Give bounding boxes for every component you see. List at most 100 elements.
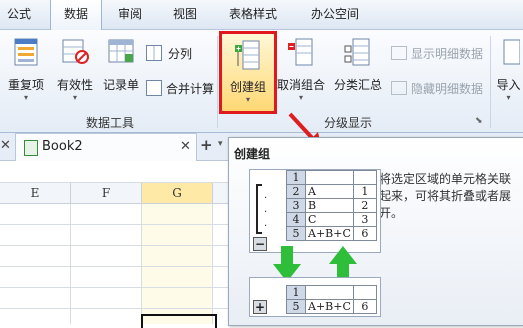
cell-b: 6 bbox=[352, 226, 377, 241]
tooltip-description: 将选定区域的单元格关联起来，可将其折叠或者展开。 bbox=[379, 172, 512, 220]
cell-b: 3 bbox=[352, 212, 377, 227]
import-label: 导入 bbox=[496, 78, 521, 92]
chevron-down-icon: ▾ bbox=[72, 93, 77, 102]
tab-view[interactable]: 视图 bbox=[163, 0, 207, 29]
document-name: Book2 bbox=[42, 139, 83, 154]
cell-b: 2 bbox=[352, 198, 377, 213]
cell-a: A+B+C bbox=[305, 226, 354, 241]
dedupe-icon bbox=[14, 38, 38, 66]
subtotal-icon bbox=[344, 38, 370, 66]
active-cell-border bbox=[141, 314, 217, 328]
cell-a bbox=[305, 285, 354, 300]
cell-a: A bbox=[305, 184, 354, 199]
cell-b bbox=[352, 285, 377, 300]
cell-b bbox=[352, 170, 377, 185]
grid-line bbox=[0, 245, 230, 246]
grid-line bbox=[212, 204, 213, 324]
table-row: 3B2 bbox=[286, 198, 377, 213]
grid-line bbox=[70, 204, 71, 324]
grid-line bbox=[0, 224, 230, 225]
table-row: 5 A+B+C 6 bbox=[286, 226, 377, 241]
collapse-button: − bbox=[253, 237, 267, 251]
data-tools-group-label: 数据工具 bbox=[86, 116, 135, 130]
ungroup-button[interactable]: 取消组合 ▾ bbox=[276, 34, 326, 110]
close-tab-icon[interactable]: ✕ bbox=[180, 139, 191, 154]
hide-detail-label: 隐藏明细数据 bbox=[411, 82, 484, 96]
add-tab-button[interactable]: + bbox=[200, 136, 213, 154]
validity-label: 有效性 bbox=[56, 78, 93, 92]
ungroup-label: 取消组合 bbox=[276, 78, 325, 92]
table-row: 4C3 bbox=[286, 212, 377, 227]
create-group-label: 创建组 bbox=[229, 80, 266, 94]
hide-detail-button[interactable]: 隐藏明细数据 bbox=[391, 80, 483, 97]
row-number: 4 bbox=[286, 212, 306, 227]
cell-a bbox=[305, 170, 354, 185]
tab-data[interactable]: 数据 bbox=[50, 0, 102, 30]
outline-group-label: 分级显示 bbox=[324, 116, 373, 130]
row-number: 5 bbox=[286, 299, 306, 314]
collapsed-example: + 1 5 A+B+C 6 bbox=[249, 277, 381, 317]
tab-office-space[interactable]: 办公空间 bbox=[300, 0, 370, 29]
grid-line bbox=[0, 266, 230, 267]
group-divider bbox=[217, 36, 218, 128]
dedupe-button[interactable]: 重复项 ▾ bbox=[3, 34, 49, 110]
expand-button: + bbox=[253, 300, 267, 314]
ribbon-panel: 重复项 ▾ 有效性 ▾ 记录单 分列 合并计算 数据工具 创建组 ▾ 取消组合 … bbox=[0, 30, 523, 133]
show-detail-button[interactable]: 显示明细数据 bbox=[391, 45, 483, 62]
split-column-button[interactable]: 分列 bbox=[146, 45, 192, 62]
expanded-example: · · · − 1 2A1 3B2 4C3 5 A+B+C 6 bbox=[249, 169, 381, 253]
import-button[interactable]: 导入 ▾ bbox=[494, 34, 523, 110]
dialog-launcher-icon[interactable]: ⬊ bbox=[475, 116, 483, 126]
consolidate-icon bbox=[146, 80, 162, 96]
row-number: 3 bbox=[286, 198, 306, 213]
ungroup-icon bbox=[288, 38, 313, 66]
create-group-button[interactable]: 创建组 ▾ bbox=[219, 31, 277, 114]
chevron-down-icon: ▾ bbox=[506, 93, 511, 102]
subtotal-button[interactable]: 分类汇总 bbox=[331, 34, 385, 110]
row-number: 1 bbox=[286, 170, 306, 185]
hide-detail-icon bbox=[391, 81, 407, 95]
tab-review[interactable]: 审阅 bbox=[108, 0, 152, 29]
row-number: 2 bbox=[286, 184, 306, 199]
validity-icon bbox=[62, 39, 89, 64]
consolidate-label: 合并计算 bbox=[166, 82, 215, 96]
cell-a: B bbox=[305, 198, 354, 213]
collapsed-table: 1 5 A+B+C 6 bbox=[286, 285, 377, 314]
record-form-button[interactable]: 记录单 bbox=[99, 34, 143, 110]
import-icon bbox=[503, 39, 520, 65]
chevron-down-icon[interactable]: ▾ bbox=[218, 139, 223, 149]
close-icon[interactable]: ✕ bbox=[0, 138, 11, 153]
ribbon-tab-bar: 公式 数据 审阅 视图 表格样式 办公空间 bbox=[0, 0, 523, 30]
cell-a: A+B+C bbox=[305, 299, 354, 314]
chevron-down-icon: ▾ bbox=[23, 93, 28, 102]
column-header-e[interactable]: E bbox=[0, 183, 71, 204]
chevron-down-icon: ▾ bbox=[298, 93, 303, 102]
table-row: 5 A+B+C 6 bbox=[286, 299, 377, 314]
column-header-f[interactable]: F bbox=[71, 183, 142, 204]
cell-b: 1 bbox=[352, 184, 377, 199]
document-tab[interactable]: Book2 ✕ bbox=[15, 133, 197, 161]
expanded-table: 1 2A1 3B2 4C3 5 A+B+C 6 bbox=[286, 170, 377, 241]
show-detail-label: 显示明细数据 bbox=[411, 47, 484, 61]
consolidate-button[interactable]: 合并计算 bbox=[146, 80, 214, 97]
tab-table-style[interactable]: 表格样式 bbox=[218, 0, 288, 29]
tab-formula[interactable]: 公式 bbox=[0, 0, 38, 29]
record-form-label: 记录单 bbox=[102, 78, 139, 92]
grid-line bbox=[0, 308, 230, 309]
group-dots: · · · bbox=[264, 193, 268, 232]
show-detail-icon bbox=[391, 46, 407, 60]
group-divider bbox=[490, 36, 491, 128]
spreadsheet-icon bbox=[24, 140, 38, 156]
column-header-g[interactable]: G bbox=[142, 183, 213, 204]
selected-column-fill bbox=[142, 204, 213, 324]
record-form-icon bbox=[108, 39, 134, 63]
split-column-label: 分列 bbox=[168, 47, 193, 61]
row-number: 5 bbox=[286, 226, 306, 241]
validity-button[interactable]: 有效性 ▾ bbox=[52, 34, 98, 110]
table-row: 1 bbox=[286, 170, 377, 185]
dedupe-label: 重复项 bbox=[7, 78, 44, 92]
table-row: 2A1 bbox=[286, 184, 377, 199]
group-bracket bbox=[256, 184, 262, 234]
subtotal-label: 分类汇总 bbox=[333, 78, 382, 92]
row-number: 1 bbox=[286, 285, 306, 300]
